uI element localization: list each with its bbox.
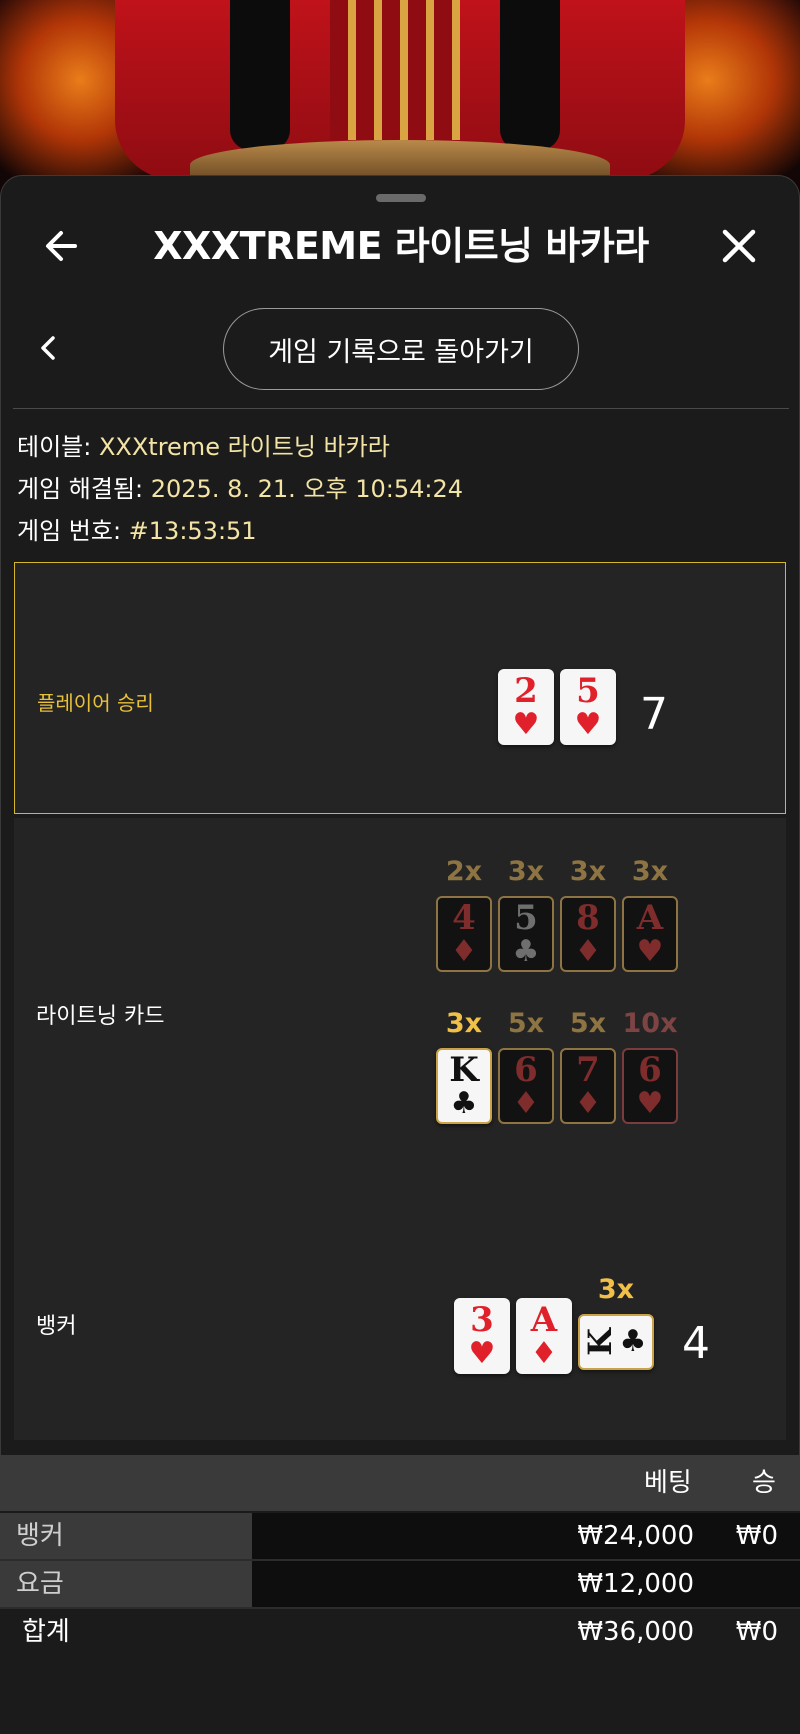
card-rank: K <box>580 1328 619 1356</box>
card-rank: A <box>530 1300 558 1340</box>
card-rank: K <box>449 1050 479 1090</box>
multiplier-label: 10x <box>622 1008 678 1039</box>
card-rank: 7 <box>576 1050 600 1090</box>
card-rank: 3 <box>470 1300 494 1340</box>
banker-card: 3 ♥ <box>454 1298 510 1374</box>
total-row: 합계 ₩36,000 ₩0 <box>0 1609 800 1655</box>
multiplier-label: 3x <box>631 856 669 887</box>
banker-card: A ♦ <box>516 1298 572 1374</box>
lightning-cards-label: 라이트닝 카드 <box>36 1004 165 1029</box>
chevron-left-icon[interactable] <box>31 330 67 366</box>
resolved-info-row: 게임 해결됨: 2025. 8. 21. 오후 10:54:24 <box>17 468 463 510</box>
heart-icon: ♥ <box>574 707 602 742</box>
sheet-header: XXXTREME 라이트닝 바카라 <box>1 206 800 286</box>
bet-name: 뱅커 <box>0 1513 252 1559</box>
arrow-left-icon[interactable] <box>41 224 85 268</box>
game-number-label: 게임 번호: <box>17 517 129 545</box>
multiplier-label: 2x <box>445 856 483 887</box>
bets-table-header: 베팅 승 <box>0 1455 800 1511</box>
diamond-icon: ♦ <box>530 1336 558 1371</box>
bet-column-header: 베팅 <box>644 1468 692 1498</box>
heart-icon: ♥ <box>468 1336 496 1371</box>
total-bet-amount: ₩36,000 <box>577 1617 694 1647</box>
card-rank: A <box>636 898 664 938</box>
total-label: 합계 <box>22 1617 70 1647</box>
bet-values: ₩24,000 ₩0 <box>252 1513 800 1559</box>
lightning-card: 7 ♦ <box>560 1048 616 1124</box>
resolved-value: 2025. 8. 21. 오후 10:54:24 <box>150 475 463 503</box>
card-rank: 6 <box>638 1050 662 1090</box>
live-dealer-video <box>0 0 800 200</box>
card-rank: 2 <box>514 671 538 711</box>
multiplier-label: 3x <box>507 856 545 887</box>
table-row: 요금 ₩12,000 <box>0 1561 800 1607</box>
diamond-icon: ♦ <box>574 1086 602 1121</box>
banker-label: 뱅커 <box>36 1314 77 1339</box>
bet-amount: ₩24,000 <box>577 1521 694 1551</box>
lightning-card: 6 ♦ <box>498 1048 554 1124</box>
heart-icon: ♥ <box>512 707 540 742</box>
win-column-header: 승 <box>752 1468 776 1498</box>
lightning-card: K ♣ <box>436 1048 492 1124</box>
table-label: 테이블: <box>17 433 99 461</box>
dealer-hair <box>500 0 560 150</box>
multiplier-label: 5x <box>569 1008 607 1039</box>
multiplier-label: 3x <box>445 1008 483 1039</box>
bets-table: 베팅 승 뱅커 ₩24,000 ₩0 요금 ₩12,000 합계 ₩36,000… <box>0 1455 800 1734</box>
lightning-card: 6 ♥ <box>622 1048 678 1124</box>
banker-score: 4 <box>682 1318 710 1369</box>
diamond-icon: ♦ <box>450 934 478 969</box>
card-rank: 5 <box>576 671 600 711</box>
diamond-icon: ♦ <box>574 934 602 969</box>
multiplier-label: 3x <box>569 856 607 887</box>
drag-handle[interactable] <box>376 194 426 202</box>
total-win-amount: ₩0 <box>735 1617 778 1647</box>
card-rank: 4 <box>452 898 476 938</box>
resolved-label: 게임 해결됨: <box>17 475 151 503</box>
card-rank: 6 <box>514 1050 538 1090</box>
lightning-card: 4 ♦ <box>436 896 492 972</box>
page-title: XXXTREME 라이트닝 바카라 <box>153 224 649 268</box>
card-rank: 8 <box>576 898 600 938</box>
bet-values: ₩12,000 <box>252 1561 800 1607</box>
lightning-card: A ♥ <box>622 896 678 972</box>
heart-icon: ♥ <box>636 934 664 969</box>
bet-name: 요금 <box>0 1561 252 1607</box>
close-icon[interactable] <box>717 224 761 268</box>
diamond-icon: ♦ <box>512 1086 540 1121</box>
multiplier-label: 5x <box>507 1008 545 1039</box>
game-number-row: 게임 번호: #13:53:51 <box>17 510 463 552</box>
player-card: 5 ♥ <box>560 669 616 745</box>
multiplier-label: 3x <box>597 1274 635 1305</box>
club-icon: ♣ <box>512 934 540 969</box>
lightning-card: 8 ♦ <box>560 896 616 972</box>
win-amount: ₩0 <box>735 1521 778 1551</box>
club-icon: ♣ <box>450 1086 478 1121</box>
table-info-row: 테이블: XXXtreme 라이트닝 바카라 <box>17 426 463 468</box>
back-to-history-button[interactable]: 게임 기록으로 돌아가기 <box>223 308 579 390</box>
game-info: 테이블: XXXtreme 라이트닝 바카라 게임 해결됨: 2025. 8. … <box>17 426 463 552</box>
club-icon: ♣ <box>619 1324 647 1359</box>
dealer-hair <box>230 0 290 150</box>
divider <box>13 408 789 409</box>
game-number-value: #13:53:51 <box>128 517 257 545</box>
card-rank: 5 <box>514 898 538 938</box>
dealer-uniform-trim <box>330 0 460 140</box>
table-row: 뱅커 ₩24,000 ₩0 <box>0 1513 800 1559</box>
lightning-card: 5 ♣ <box>498 896 554 972</box>
player-win-label: 플레이어 승리 <box>37 691 154 715</box>
bet-amount: ₩12,000 <box>577 1569 694 1599</box>
lightning-cards-panel: 라이트닝 카드 2x 3x 3x 3x 4 ♦ 5 ♣ 8 ♦ A ♥ 3x 5… <box>14 818 786 1440</box>
banker-third-card: K ♣ <box>578 1314 654 1370</box>
heart-icon: ♥ <box>636 1086 664 1121</box>
sub-navigation: 게임 기록으로 돌아가기 <box>1 308 800 398</box>
player-hand-panel: 플레이어 승리 2 ♥ 5 ♥ 7 <box>14 562 786 814</box>
player-score: 7 <box>640 689 668 740</box>
table-value: XXXtreme 라이트닝 바카라 <box>98 433 390 461</box>
player-card: 2 ♥ <box>498 669 554 745</box>
